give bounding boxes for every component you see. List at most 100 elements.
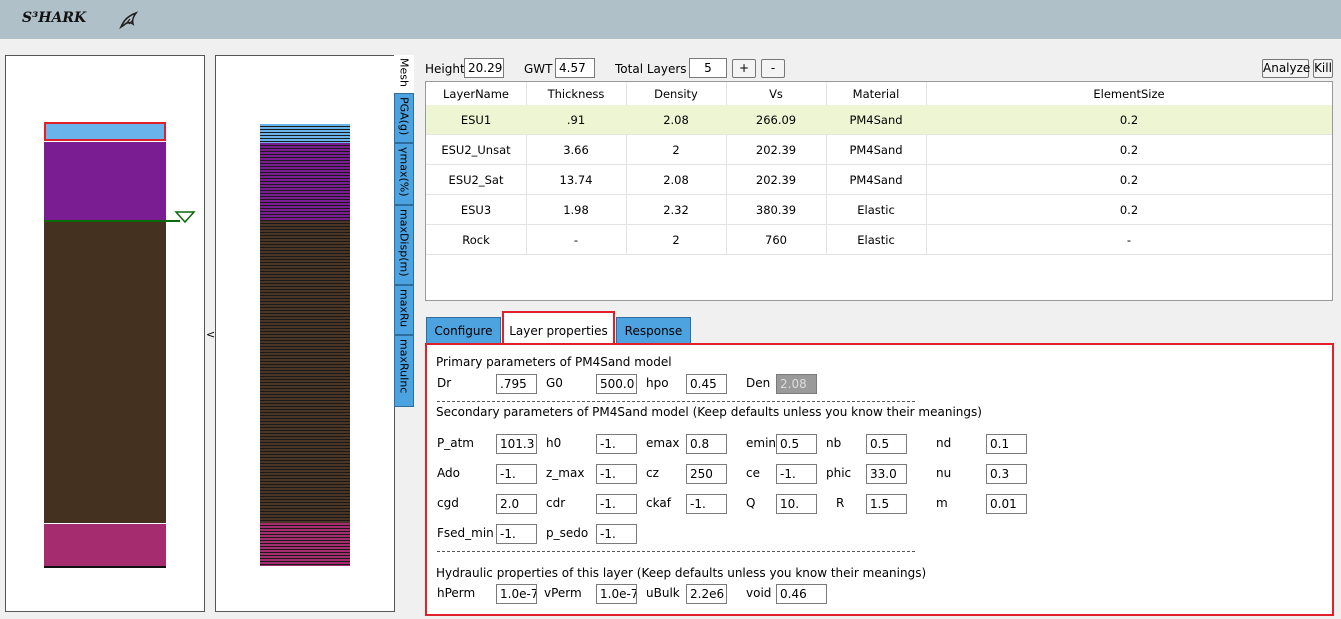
analyze-button[interactable]: Analyze	[1262, 59, 1310, 78]
table-cell[interactable]: ESU3	[426, 195, 526, 225]
param-label: p_sedo	[546, 526, 589, 540]
soil-layer-esu2-sat[interactable]	[44, 222, 166, 523]
column-header[interactable]: ElementSize	[926, 82, 1332, 106]
table-cell[interactable]: -	[926, 225, 1332, 255]
hydraulic-section-title: Hydraulic properties of this layer (Keep…	[436, 566, 927, 580]
param-label: Ado	[437, 466, 460, 480]
param-label: G0	[546, 376, 563, 390]
table-row[interactable]: ESU3 1.98 2.32 380.39 Elastic 0.2	[426, 195, 1332, 225]
collapse-toggle[interactable]: <	[206, 328, 215, 341]
table-cell[interactable]: ESU1	[426, 105, 526, 135]
table-cell[interactable]: 3.66	[526, 135, 626, 165]
param-input-z-max[interactable]: -1.	[596, 464, 637, 484]
soil-layer-esu2-unsat[interactable]	[44, 142, 166, 220]
table-row[interactable]: ESU2_Sat 13.74 2.08 202.39 PM4Sand 0.2	[426, 165, 1332, 195]
param-input-phic[interactable]: 33.0	[866, 464, 907, 484]
table-row[interactable]: Rock - 2 760 Elastic -	[426, 225, 1332, 255]
param-input-h0[interactable]: -1.	[596, 434, 637, 454]
param-input-ado[interactable]: -1.	[496, 464, 537, 484]
param-input-g0[interactable]: 500.0	[596, 374, 637, 394]
column-header[interactable]: LayerName	[426, 82, 526, 106]
table-cell[interactable]: 13.74	[526, 165, 626, 195]
table-cell[interactable]: 0.2	[926, 165, 1332, 195]
table-cell[interactable]: 2	[626, 225, 726, 255]
tab-mesh[interactable]: Mesh	[394, 55, 414, 93]
gwt-input[interactable]: 4.57	[555, 58, 595, 78]
param-input-cgd[interactable]: 2.0	[496, 494, 537, 514]
table-cell[interactable]: PM4Sand	[826, 135, 926, 165]
param-input-ckaf[interactable]: -1.	[686, 494, 727, 514]
table-cell[interactable]: 0.2	[926, 105, 1332, 135]
table-cell[interactable]: 266.09	[726, 105, 826, 135]
param-input-p-sedo[interactable]: -1.	[596, 524, 637, 544]
remove-layer-button[interactable]: -	[761, 59, 785, 78]
table-cell[interactable]: ESU2_Unsat	[426, 135, 526, 165]
table-cell[interactable]: 1.98	[526, 195, 626, 225]
param-input-ubulk[interactable]: 2.2e6	[686, 584, 727, 604]
table-cell[interactable]: 2.32	[626, 195, 726, 225]
param-input-m[interactable]: 0.01	[986, 494, 1027, 514]
column-header[interactable]: Thickness	[526, 82, 626, 106]
table-cell[interactable]: ESU2_Sat	[426, 165, 526, 195]
param-label: Den	[746, 376, 771, 390]
table-cell[interactable]: 2.08	[626, 105, 726, 135]
table-cell[interactable]: PM4Sand	[826, 165, 926, 195]
tab-layer-properties[interactable]: Layer properties	[502, 311, 615, 343]
tab-max-ru-inc[interactable]: maxRuInc	[394, 335, 414, 407]
table-cell[interactable]: .91	[526, 105, 626, 135]
tab-pga[interactable]: PGA(g)	[394, 93, 414, 143]
param-input-emax[interactable]: 0.8	[686, 434, 727, 454]
table-cell[interactable]: 0.2	[926, 195, 1332, 225]
param-label: phic	[826, 466, 852, 480]
table-cell[interactable]: 0.2	[926, 135, 1332, 165]
param-input-nb[interactable]: 0.5	[866, 434, 907, 454]
soil-layer-rock[interactable]	[44, 566, 166, 568]
param-input-dr[interactable]: .795	[496, 374, 537, 394]
table-cell[interactable]: Elastic	[826, 195, 926, 225]
param-input-void[interactable]: 0.46	[776, 584, 827, 604]
mesh-esu3	[260, 523, 350, 566]
param-input-p-atm[interactable]: 101.3	[496, 434, 537, 454]
tab-gamma-max[interactable]: γmax(%)	[394, 143, 414, 205]
table-cell[interactable]: Rock	[426, 225, 526, 255]
param-input-hperm[interactable]: 1.0e-7	[496, 584, 537, 604]
param-input-hpo[interactable]: 0.45	[686, 374, 727, 394]
param-input-fsed-min[interactable]: -1.	[496, 524, 537, 544]
table-cell[interactable]: 202.39	[726, 165, 826, 195]
tab-max-disp[interactable]: maxDisp(m)	[394, 205, 414, 285]
tab-configure[interactable]: Configure	[426, 317, 501, 343]
kill-button[interactable]: Kill	[1313, 59, 1333, 78]
table-cell[interactable]: -	[526, 225, 626, 255]
column-header[interactable]: Material	[826, 82, 926, 106]
param-input-r[interactable]: 1.5	[866, 494, 907, 514]
param-input-q[interactable]: 10.	[776, 494, 817, 514]
table-cell[interactable]: PM4Sand	[826, 105, 926, 135]
param-label: cdr	[546, 496, 566, 510]
table-cell[interactable]: 760	[726, 225, 826, 255]
table-cell[interactable]: 2.08	[626, 165, 726, 195]
param-input-cdr[interactable]: -1.	[596, 494, 637, 514]
table-cell[interactable]: Elastic	[826, 225, 926, 255]
height-input[interactable]: 20.29	[464, 58, 504, 78]
param-input-ce[interactable]: -1.	[776, 464, 817, 484]
table-row[interactable]: ESU2_Unsat 3.66 2 202.39 PM4Sand 0.2	[426, 135, 1332, 165]
table-cell[interactable]: 202.39	[726, 135, 826, 165]
param-input-emin[interactable]: 0.5	[776, 434, 817, 454]
param-input-nu[interactable]: 0.3	[986, 464, 1027, 484]
table-row[interactable]: ESU1 .91 2.08 266.09 PM4Sand 0.2	[426, 105, 1332, 135]
add-layer-button[interactable]: +	[732, 59, 756, 78]
table-cell[interactable]: 2	[626, 135, 726, 165]
soil-layer-esu1[interactable]	[44, 122, 166, 141]
soil-layer-esu3[interactable]	[44, 524, 166, 566]
column-header[interactable]: Density	[626, 82, 726, 106]
param-input-vperm[interactable]: 1.0e-7	[596, 584, 637, 604]
table-cell[interactable]: 380.39	[726, 195, 826, 225]
app-logo-text: S³HARK	[22, 10, 87, 26]
param-input-nd[interactable]: 0.1	[986, 434, 1027, 454]
total-layers-input[interactable]: 5	[689, 58, 727, 78]
param-input-cz[interactable]: 250	[686, 464, 727, 484]
tab-max-ru[interactable]: maxRu	[394, 285, 414, 335]
total-layers-label: Total Layers	[615, 62, 687, 76]
tab-response[interactable]: Response	[616, 317, 691, 343]
column-header[interactable]: Vs	[726, 82, 826, 106]
